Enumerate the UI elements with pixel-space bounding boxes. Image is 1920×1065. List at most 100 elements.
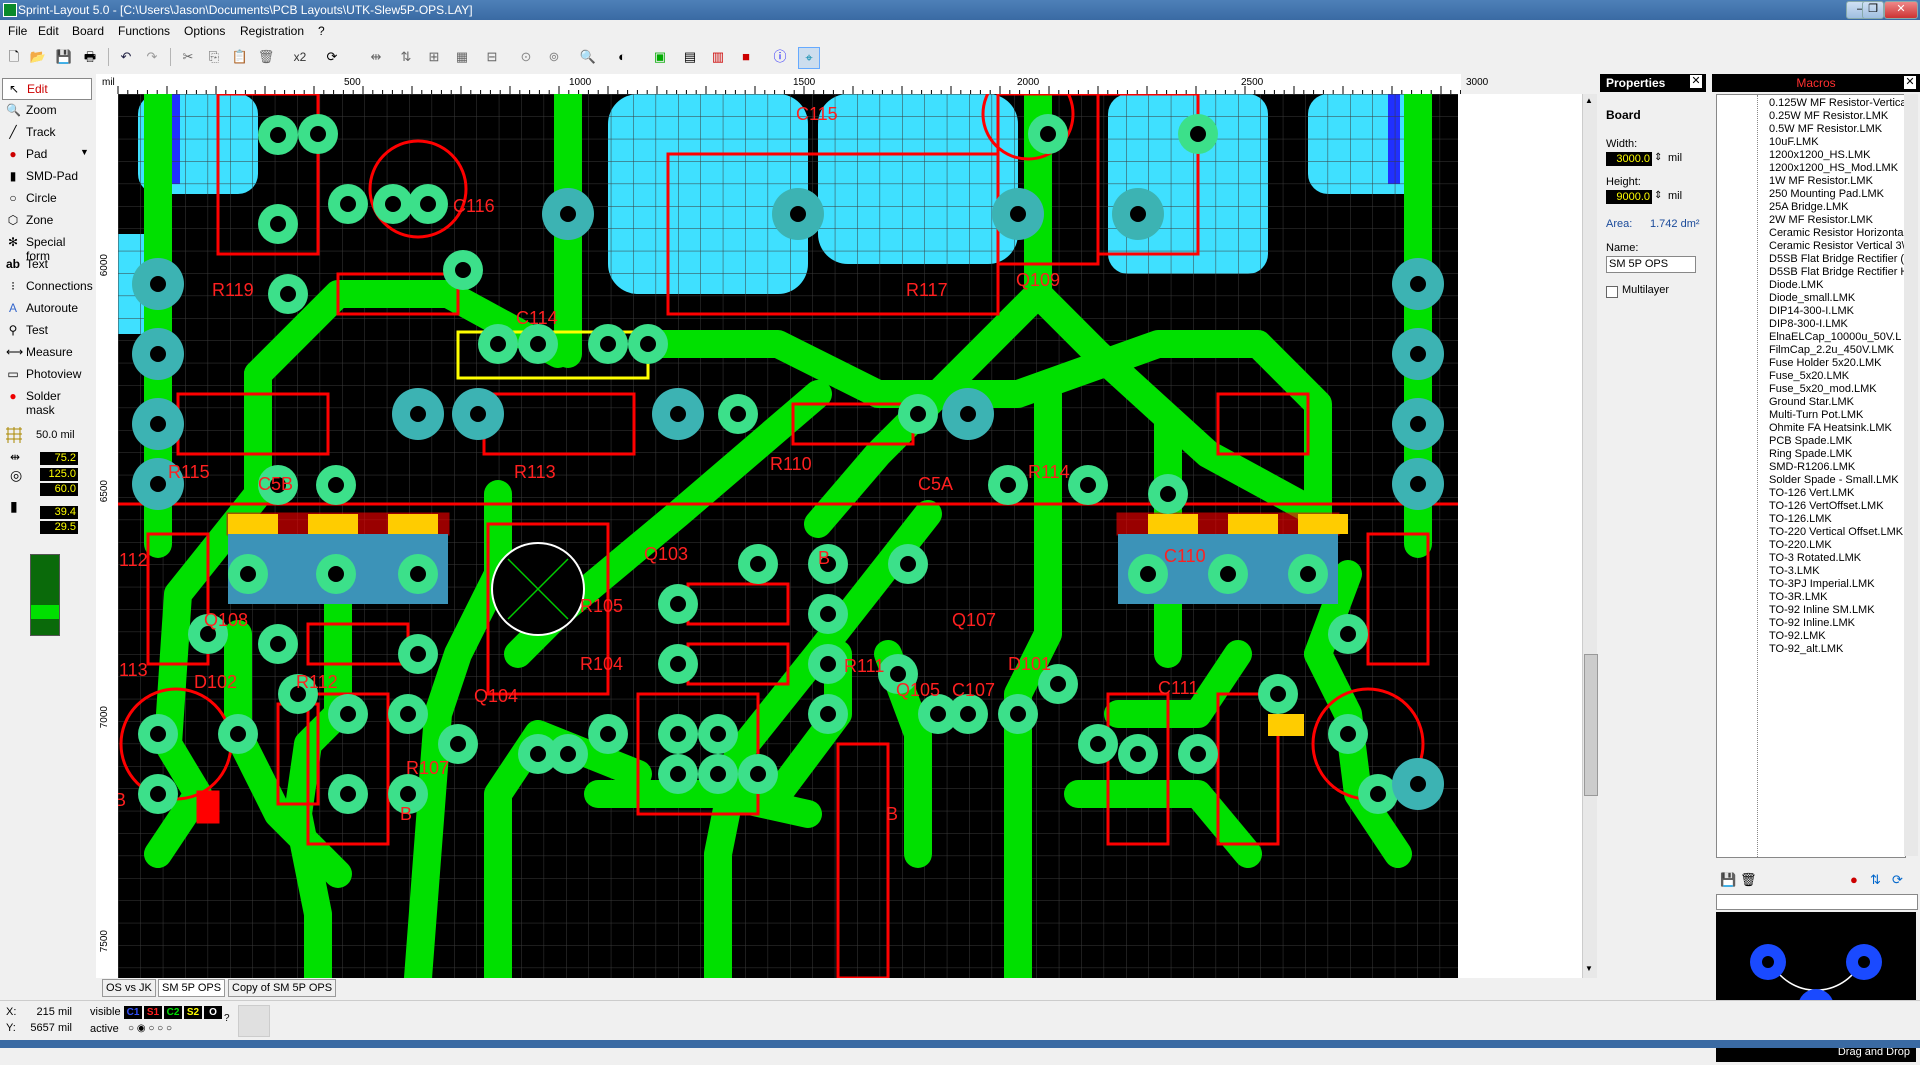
component-label[interactable]: R115 [168, 462, 210, 482]
board-width-input[interactable]: 3000.0 [1606, 152, 1652, 166]
layer-c1[interactable]: C1 [124, 1006, 142, 1019]
macro-item[interactable]: TO-92_alt.LMK [1769, 643, 1843, 655]
macro-item[interactable]: DIP14-300-I.LMK [1769, 305, 1854, 317]
component-label[interactable]: R111 [844, 656, 884, 676]
component-label[interactable]: D102 [194, 672, 237, 692]
component-label[interactable]: C5B [258, 474, 293, 494]
save-icon[interactable]: 💾 [54, 47, 74, 67]
tab-os-vs-jk[interactable]: OS vs JK [102, 979, 156, 997]
component-label[interactable]: R112 [296, 672, 338, 692]
macro-item[interactable]: TO-92 Inline.LMK [1769, 617, 1855, 629]
macro-item[interactable]: ElnaELCap_10000u_50V.L [1769, 331, 1901, 343]
pcb-layout[interactable]: C115 C116 R119 C114 R117 Q109 R115 R113 R110 R114… [118, 94, 1458, 978]
contrast-icon[interactable]: ◐ [612, 47, 632, 67]
component-label[interactable]: B [400, 804, 412, 824]
macro-item[interactable]: 1200x1200_HS.LMK [1769, 149, 1871, 161]
macro-item[interactable]: D5SB Flat Bridge Rectifier ( [1769, 253, 1904, 265]
component-label[interactable]: Q103 [644, 544, 688, 564]
width-stepper-icon[interactable]: ⇕ [1654, 152, 1662, 163]
macro-item[interactable]: Ohmite FA Heatsink.LMK [1769, 422, 1892, 434]
layer-s1[interactable]: S1 [144, 1006, 162, 1019]
active-layer-radios[interactable]: ○ ◉ ○ ○ ○ [128, 1023, 172, 1034]
macro-item[interactable]: Ring Spade.LMK [1769, 448, 1852, 460]
tool-smd-pad[interactable]: ▮ SMD-Pad [2, 166, 90, 186]
tool-photoview[interactable]: ▭ Photoview [2, 364, 90, 384]
macro-item[interactable]: TO-126 Vert.LMK [1769, 487, 1854, 499]
macro-item[interactable]: DIP8-300-I.LMK [1769, 318, 1848, 330]
component-label[interactable]: Q109 [1016, 270, 1060, 290]
macro-item[interactable]: Solder Spade - Small.LMK [1769, 474, 1899, 486]
board-height-input[interactable]: 9000.0 [1606, 190, 1652, 204]
component-label[interactable]: Q108 [204, 610, 248, 630]
macro-list[interactable]: 0.125W MF Resistor-Vertica 0.25W MF Resis… [1716, 94, 1906, 858]
lock-icon[interactable]: ⊙ [516, 47, 536, 67]
component-label[interactable]: C116 [453, 196, 495, 216]
menu-board[interactable]: Board [72, 24, 104, 38]
macro-item[interactable]: TO-3R.LMK [1769, 591, 1827, 603]
menu-options[interactable]: Options [184, 24, 225, 38]
pad-outer-input[interactable]: 125.0 [40, 468, 78, 481]
link-icon[interactable] [238, 1005, 270, 1037]
align-icon[interactable]: ⊞ [424, 47, 444, 67]
tool-solder-mask[interactable]: ● Solder mask [2, 386, 90, 417]
component-label[interactable]: D101 [1008, 654, 1051, 674]
tool-track[interactable]: ╱ Track [2, 122, 90, 142]
tool-circle[interactable]: ○ Circle [2, 188, 90, 208]
paste-icon[interactable]: 📋 [230, 47, 250, 67]
macro-item[interactable]: TO-220 Vertical Offset.LMK [1769, 526, 1903, 538]
duplicate-button[interactable]: x2 [290, 47, 310, 67]
component-label[interactable]: R117 [906, 280, 948, 300]
macro-item[interactable]: Ceramic Resistor Vertical 3\ [1769, 240, 1905, 252]
layer-o[interactable]: O [204, 1006, 222, 1019]
macro-item[interactable]: Diode.LMK [1769, 279, 1823, 291]
macro-item[interactable]: Fuse_5x20.LMK [1769, 370, 1849, 382]
macro-item[interactable]: 0.5W MF Resistor.LMK [1769, 123, 1882, 135]
tool-text[interactable]: ab Text [2, 254, 90, 274]
new-file-icon[interactable]: 🗋 [4, 47, 24, 67]
macro-item[interactable]: 0.125W MF Resistor-Vertica [1769, 97, 1905, 109]
tool-zoom[interactable]: 🔍 Zoom [2, 100, 90, 120]
zoom-icon[interactable]: 🔍 [578, 47, 598, 67]
macro-item[interactable]: Fuse Holder 5x20.LMK [1769, 357, 1882, 369]
info-icon[interactable]: ⓘ [770, 47, 790, 67]
grid-icon[interactable] [4, 426, 24, 444]
crosshair-icon[interactable]: ⌖ [798, 47, 820, 69]
component-label[interactable]: R104 [580, 654, 623, 674]
smd-width-input[interactable]: 39.4 [40, 506, 78, 519]
rotate-macro-icon[interactable]: ⟳ [1892, 872, 1903, 888]
component-label[interactable]: Q107 [952, 610, 996, 630]
export-icon[interactable]: ▤ [680, 47, 700, 67]
height-stepper-icon[interactable]: ⇕ [1654, 190, 1662, 201]
macro-item[interactable]: Ground Star.LMK [1769, 396, 1854, 408]
macro-item[interactable]: TO-92 Inline SM.LMK [1769, 604, 1875, 616]
maximize-button[interactable]: ❐ [1862, 1, 1884, 19]
component-label[interactable]: B [818, 548, 830, 568]
macro-icon[interactable]: ■ [736, 47, 756, 67]
macro-item[interactable]: TO-126 VertOffset.LMK [1769, 500, 1884, 512]
macro-item[interactable]: Diode_small.LMK [1769, 292, 1855, 304]
tool-measure[interactable]: ⟷ Measure [2, 342, 90, 362]
macro-item[interactable]: Fuse_5x20_mod.LMK [1769, 383, 1877, 395]
macro-item[interactable]: 1W MF Resistor.LMK [1769, 175, 1873, 187]
pad-inner-input[interactable]: 60.0 [40, 483, 78, 496]
rotate-icon[interactable]: ⟳ [322, 47, 342, 67]
macro-item[interactable]: TO-92.LMK [1769, 630, 1826, 642]
macro-item[interactable]: SMD-R1206.LMK [1769, 461, 1855, 473]
tool-autoroute[interactable]: A Autoroute [2, 298, 90, 318]
mirror-v-icon[interactable]: ⇅ [396, 47, 416, 67]
macro-item[interactable]: FilmCap_2.2u_450V.LMK [1769, 344, 1894, 356]
macro-item[interactable]: 0.25W MF Resistor.LMK [1769, 110, 1888, 122]
tab-copy-sm-5p-ops[interactable]: Copy of SM 5P OPS [228, 979, 337, 997]
tab-sm-5p-ops[interactable]: SM 5P OPS [158, 979, 226, 997]
tool-zone[interactable]: ⬡ Zone [2, 210, 90, 230]
macro-item[interactable]: TO-3PJ Imperial.LMK [1769, 578, 1875, 590]
scroll-up-icon[interactable]: ▲ [1585, 96, 1593, 105]
component-label[interactable]: C112 [118, 550, 148, 570]
cut-icon[interactable]: ✂ [178, 47, 198, 67]
component-label[interactable]: R107 [406, 758, 449, 778]
macro-item[interactable]: PCB Spade.LMK [1769, 435, 1852, 447]
drc-icon[interactable]: ▣ [650, 47, 670, 67]
component-label[interactable]: B [118, 790, 126, 810]
component-label[interactable]: Q105 [896, 680, 940, 700]
macro-item[interactable]: TO-3 Rotated.LMK [1769, 552, 1861, 564]
